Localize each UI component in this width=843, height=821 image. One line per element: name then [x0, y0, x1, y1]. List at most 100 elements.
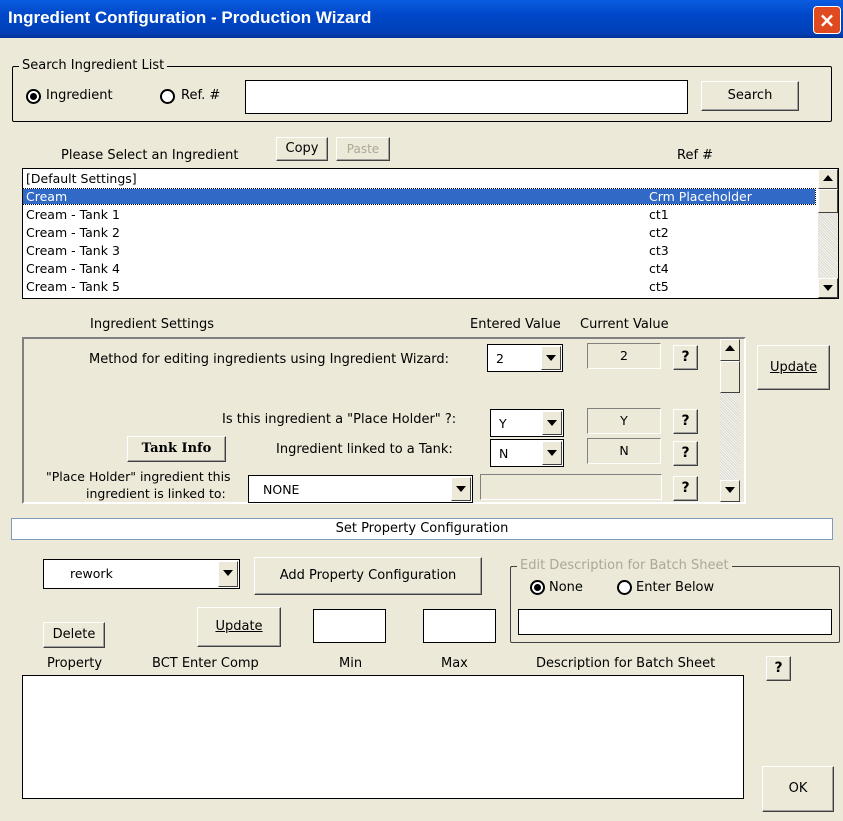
item-name: Cream - Tank 1	[26, 207, 120, 222]
chevron-down-icon	[725, 487, 735, 493]
delete-button[interactable]: Delete	[43, 622, 105, 648]
placeholder-label: Is this ingredient a "Place Holder" ?:	[222, 412, 457, 427]
item-ref: ct3	[649, 243, 669, 258]
radio-desc-enter-label: Enter Below	[636, 580, 715, 595]
scroll-up-button[interactable]	[720, 339, 740, 361]
ok-button[interactable]: OK	[762, 766, 834, 812]
radio-desc-enter[interactable]	[617, 580, 632, 595]
property-update-label: Update	[215, 619, 263, 634]
list-item[interactable]: Cream - Tank 3 ct3	[23, 243, 815, 258]
placeholder-value: Y	[499, 416, 507, 431]
radio-desc-none[interactable]	[530, 580, 545, 595]
close-icon: ×	[818, 8, 836, 32]
property-select[interactable]: rework	[43, 559, 240, 589]
method-select[interactable]: 2	[487, 344, 563, 372]
radio-ref-label: Ref. #	[181, 88, 221, 103]
ingredient-list[interactable]: [Default Settings] Cream Crm Placeholder …	[22, 168, 839, 299]
property-list[interactable]	[22, 675, 744, 799]
list-scrollbar[interactable]	[818, 169, 838, 298]
radio-ref[interactable]	[160, 89, 175, 104]
radio-desc-none-label: None	[549, 580, 583, 595]
property-value: rework	[70, 566, 113, 581]
linked-label-1: "Place Holder" ingredient this	[46, 469, 231, 484]
paste-label: Paste	[346, 142, 380, 156]
placeholder-select[interactable]: Y	[490, 409, 564, 437]
dropdown-arrow-icon[interactable]	[542, 411, 562, 435]
item-ref: ct2	[649, 225, 669, 240]
property-help-button[interactable]: ?	[766, 656, 791, 681]
entered-header: Entered Value	[470, 317, 561, 332]
col-bct: BCT Enter Comp	[152, 656, 259, 671]
linked-help-button[interactable]: ?	[673, 476, 698, 501]
tank-current: N	[587, 438, 661, 464]
tank-value: N	[499, 446, 509, 461]
scroll-track[interactable]	[720, 393, 740, 480]
method-label: Method for editing ingredients using Ing…	[89, 352, 450, 367]
add-property-label: Add Property Configuration	[279, 568, 457, 583]
search-input[interactable]	[245, 80, 688, 114]
tank-info-button[interactable]: Tank Info	[127, 436, 226, 462]
method-current: 2	[587, 343, 661, 369]
list-item[interactable]: Cream Crm Placeholder	[23, 188, 816, 205]
method-value: 2	[496, 351, 504, 366]
dropdown-arrow-icon[interactable]	[451, 477, 471, 501]
item-name: Cream	[26, 189, 68, 204]
search-button[interactable]: Search	[701, 81, 799, 111]
ok-label: OK	[788, 781, 808, 796]
chevron-up-icon	[725, 345, 735, 351]
close-button[interactable]: ×	[813, 6, 841, 34]
linked-value: NONE	[263, 482, 300, 497]
list-item[interactable]: Cream - Tank 2 ct2	[23, 225, 815, 240]
select-label: Please Select an Ingredient	[61, 148, 239, 163]
tank-select[interactable]: N	[490, 439, 564, 467]
description-legend: Edit Description for Batch Sheet	[520, 558, 729, 573]
linked-current	[480, 474, 662, 500]
scroll-down-button[interactable]	[720, 480, 740, 502]
dropdown-arrow-icon[interactable]	[218, 561, 238, 587]
linked-label-2: ingredient is linked to:	[86, 486, 226, 501]
scroll-thumb[interactable]	[818, 189, 838, 213]
item-name: Cream - Tank 4	[26, 261, 120, 276]
item-name: Cream - Tank 3	[26, 243, 120, 258]
list-item[interactable]: Cream - Tank 5 ct5	[23, 279, 815, 294]
item-name: Cream - Tank 5	[26, 279, 120, 294]
item-ref: Crm Placeholder	[649, 189, 752, 204]
linked-select[interactable]: NONE	[248, 475, 473, 503]
item-name: [Default Settings]	[26, 171, 137, 186]
col-min: Min	[339, 656, 363, 671]
description-input[interactable]	[518, 609, 832, 635]
tank-help-button[interactable]: ?	[673, 441, 698, 466]
scroll-thumb[interactable]	[720, 361, 740, 393]
placeholder-help-button[interactable]: ?	[673, 409, 698, 434]
add-property-button[interactable]: Add Property Configuration	[254, 557, 482, 595]
settings-update-button[interactable]: Update	[757, 345, 830, 390]
dropdown-arrow-icon[interactable]	[542, 441, 562, 465]
delete-label: Delete	[52, 627, 96, 642]
search-legend: Search Ingredient List	[22, 58, 165, 73]
min-input[interactable]	[313, 609, 386, 643]
settings-update-label: Update	[769, 360, 818, 375]
max-input[interactable]	[423, 609, 496, 643]
dropdown-arrow-icon[interactable]	[541, 346, 561, 370]
settings-scrollbar[interactable]	[720, 339, 740, 502]
property-section-header: Set Property Configuration	[11, 518, 833, 540]
copy-button[interactable]: Copy	[276, 137, 328, 161]
radio-ingredient-label: Ingredient	[46, 88, 113, 103]
method-help-button[interactable]: ?	[673, 345, 698, 370]
scroll-down-button[interactable]	[818, 278, 838, 298]
placeholder-current: Y	[587, 408, 661, 434]
scroll-track[interactable]	[818, 213, 838, 278]
col-property: Property	[47, 656, 103, 671]
ref-header: Ref #	[677, 148, 714, 163]
radio-ingredient[interactable]	[26, 89, 41, 104]
copy-label: Copy	[285, 141, 319, 156]
list-item[interactable]: [Default Settings]	[23, 171, 815, 186]
scroll-up-button[interactable]	[818, 169, 838, 189]
settings-header: Ingredient Settings	[90, 317, 215, 332]
item-name: Cream - Tank 2	[26, 225, 120, 240]
list-item[interactable]: Cream - Tank 4 ct4	[23, 261, 815, 276]
col-max: Max	[441, 656, 468, 671]
paste-button[interactable]: Paste	[336, 137, 390, 161]
property-update-button[interactable]: Update	[197, 607, 281, 647]
list-item[interactable]: Cream - Tank 1 ct1	[23, 207, 815, 222]
